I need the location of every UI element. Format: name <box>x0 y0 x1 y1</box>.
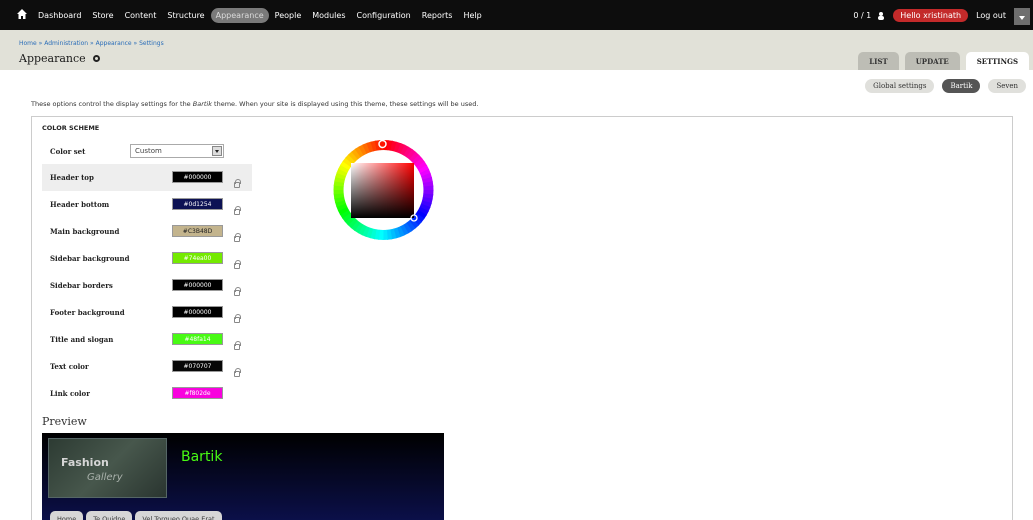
lock-icon[interactable] <box>234 260 241 269</box>
toolbar-toggle-button[interactable] <box>1014 8 1030 25</box>
tab-update[interactable]: UPDATE <box>904 52 960 70</box>
site-logo[interactable]: Fashion Gallery <box>48 438 167 498</box>
home-icon[interactable] <box>17 9 27 19</box>
toolbar-menu: Dashboard Store Content Structure Appear… <box>38 8 493 23</box>
color-field-header-top[interactable]: #000000 <box>172 171 223 183</box>
color-field-link-color[interactable]: #f802de <box>172 387 223 399</box>
user-icon <box>878 12 885 20</box>
lock-icon[interactable] <box>234 179 241 188</box>
tab-settings[interactable]: SETTINGS <box>965 52 1029 70</box>
color-row-label: Title and slogan <box>50 335 114 344</box>
toolbar-item-dashboard[interactable]: Dashboard <box>38 9 81 22</box>
page-title-text: Appearance <box>19 52 86 65</box>
intro-text: These options control the display settin… <box>31 100 478 108</box>
color-set-label: Color set <box>50 147 86 156</box>
preview-menu-home[interactable]: Home <box>50 511 84 520</box>
toolbar-item-people[interactable]: People <box>275 9 302 22</box>
toolbar-item-reports[interactable]: Reports <box>422 9 453 22</box>
page-title: Appearance <box>19 52 100 65</box>
toolbar-item-store[interactable]: Store <box>92 9 113 22</box>
color-row-title-and-slogan: Title and slogan #48fa14 <box>42 326 252 353</box>
user-counter: 0 / 1 <box>853 11 872 20</box>
preview-menu-vel-torqueo[interactable]: Vel Torqueo Quae Erat <box>135 511 222 520</box>
preview-main-menu: Home Te Quidne Vel Torqueo Quae Erat <box>50 511 225 520</box>
intro-text-before: These options control the display settin… <box>31 100 193 108</box>
color-row-link-color: Link color #f802de <box>42 380 252 407</box>
preview-heading: Preview <box>42 415 87 428</box>
secondary-tabs: Global settings Bartik Seven <box>857 79 1026 93</box>
color-row-label: Header bottom <box>50 200 110 209</box>
intro-theme-name: Bartik <box>192 100 212 108</box>
toolbar-item-configuration[interactable]: Configuration <box>357 9 411 22</box>
page-header: Home » Administration » Appearance » Set… <box>0 30 1033 70</box>
toolbar-item-modules[interactable]: Modules <box>312 9 345 22</box>
preview-site-name[interactable]: Bartik <box>181 449 222 465</box>
tab-list[interactable]: LIST <box>858 52 899 70</box>
logo-text-line2: Gallery <box>87 472 123 483</box>
lock-icon[interactable] <box>234 368 241 377</box>
color-set-value: Custom <box>135 147 162 155</box>
color-row-footer-background: Footer background #000000 <box>42 299 252 326</box>
dropdown-arrow-icon[interactable] <box>212 146 222 156</box>
preview-menu-te-quidne[interactable]: Te Quidne <box>86 511 133 520</box>
color-scheme-fieldset: COLOR SCHEME Color set Custom Header top… <box>31 116 1013 520</box>
color-field-footer-background[interactable]: #000000 <box>172 306 223 318</box>
color-row-header-top: Header top #000000 <box>42 164 252 191</box>
gear-icon[interactable] <box>92 55 100 62</box>
color-scheme-legend: COLOR SCHEME <box>42 124 100 132</box>
toolbar-item-content[interactable]: Content <box>125 9 157 22</box>
color-set-select[interactable]: Custom <box>130 144 224 158</box>
color-row-main-background: Main background #C3B48D <box>42 218 252 245</box>
lock-icon[interactable] <box>234 287 241 296</box>
toolbar-item-help[interactable]: Help <box>463 9 481 22</box>
color-field-sidebar-background[interactable]: #74ea00 <box>172 252 223 264</box>
color-rows: Header top #000000 Header bottom #0d1254… <box>42 164 252 407</box>
color-row-label: Footer background <box>50 308 125 317</box>
color-row-label: Sidebar borders <box>50 281 113 290</box>
admin-toolbar: Dashboard Store Content Structure Appear… <box>0 0 1033 30</box>
color-row-label: Main background <box>50 227 120 236</box>
color-field-title-and-slogan[interactable]: #48fa14 <box>172 333 223 345</box>
subtab-seven[interactable]: Seven <box>988 79 1026 93</box>
hello-user-link[interactable]: Hello xristinath <box>893 9 969 22</box>
color-row-sidebar-background: Sidebar background #74ea00 <box>42 245 252 272</box>
primary-tabs: LIST UPDATE SETTINGS <box>852 52 1029 70</box>
color-field-header-bottom[interactable]: #0d1254 <box>172 198 223 210</box>
color-row-label: Link color <box>50 389 90 398</box>
color-row-label: Sidebar background <box>50 254 130 263</box>
breadcrumb[interactable]: Home » Administration » Appearance » Set… <box>19 40 164 47</box>
logo-text-line1: Fashion <box>61 456 109 469</box>
color-field-text-color[interactable]: #070707 <box>172 360 223 372</box>
color-row-label: Text color <box>50 362 89 371</box>
subtab-bartik[interactable]: Bartik <box>942 79 981 93</box>
color-row-label: Header top <box>50 173 94 182</box>
color-row-sidebar-borders: Sidebar borders #000000 <box>42 272 252 299</box>
lock-icon[interactable] <box>234 341 241 350</box>
lock-icon[interactable] <box>234 233 241 242</box>
color-field-main-background[interactable]: #C3B48D <box>172 225 223 237</box>
intro-text-after: theme. When your site is displayed using… <box>211 100 479 108</box>
toolbar-item-appearance[interactable]: Appearance <box>210 8 269 23</box>
logout-link[interactable]: Log out <box>976 11 1006 20</box>
color-row-header-bottom: Header bottom #0d1254 <box>42 191 252 218</box>
subtab-global-settings[interactable]: Global settings <box>865 79 935 93</box>
toolbar-user-area: 0 / 1 Hello xristinath Log out <box>853 7 1033 25</box>
theme-preview: Fashion Gallery Bartik Home Te Quidne Ve… <box>42 433 444 520</box>
color-field-sidebar-borders[interactable]: #000000 <box>172 279 223 291</box>
lock-icon[interactable] <box>234 206 241 215</box>
color-row-text-color: Text color #070707 <box>42 353 252 380</box>
toolbar-item-structure[interactable]: Structure <box>167 9 204 22</box>
lock-icon[interactable] <box>234 314 241 323</box>
